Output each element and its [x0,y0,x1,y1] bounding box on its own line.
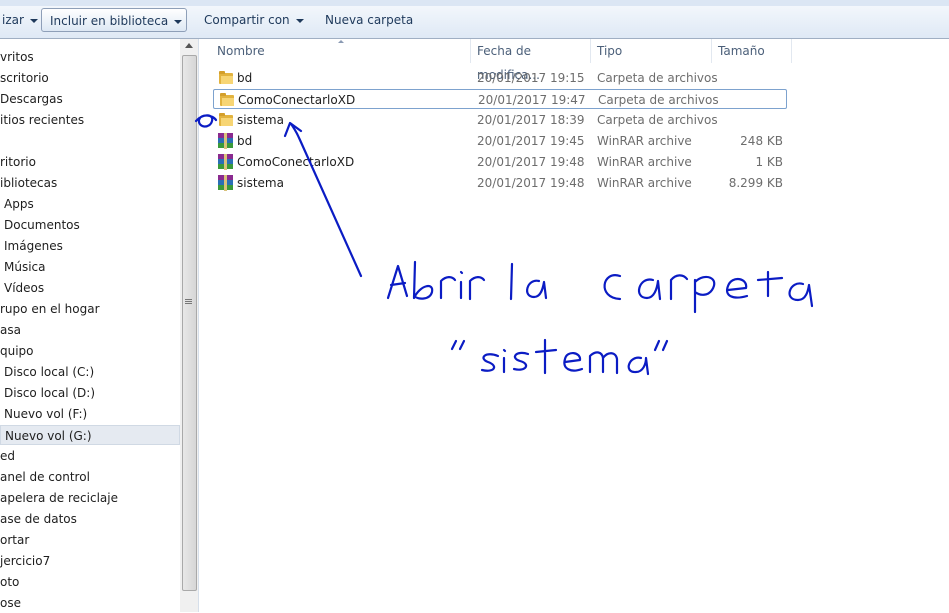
window-frame-edge [0,0,949,6]
nav-item[interactable]: anel de control [0,467,90,487]
nav-item[interactable]: Vídeos [0,278,44,298]
nav-item[interactable]: Música [0,257,46,277]
file-date: 20/01/2017 19:15 [477,71,585,85]
file-row[interactable]: ComoConectarloXD 20/01/2017 19:48 WinRAR a… [213,152,787,172]
nav-item[interactable]: scritorio [0,68,49,88]
winrar-icon [218,175,233,191]
file-name: bd [237,134,253,148]
share-with-button[interactable]: Compartir con [196,8,312,32]
winrar-icon [218,154,233,170]
folder-icon [219,113,233,126]
scrollbar-thumb[interactable] [182,55,197,591]
nav-item[interactable]: jercicio7 [0,551,50,571]
organize-button[interactable]: izar [0,8,46,32]
nav-item[interactable]: Nuevo vol (F:) [0,404,87,424]
file-date: 20/01/2017 19:48 [477,155,585,169]
chevron-down-icon [29,18,38,23]
new-folder-button[interactable]: Nueva carpeta [317,8,421,32]
column-header-name-label: Nombre [217,44,265,58]
column-header-date[interactable]: Fecha de modifica... [471,39,591,82]
file-name: sistema [237,176,284,190]
column-header-type-label: Tipo [597,44,623,58]
command-bar: izar Incluir en biblioteca Compartir con… [0,0,949,39]
nav-item[interactable]: asa [0,320,21,340]
file-type: WinRAR archive [597,176,692,190]
nav-item[interactable]: Documentos [0,215,80,235]
include-in-library-button[interactable]: Incluir en biblioteca [41,8,187,32]
scroll-up-arrow-icon[interactable] [185,43,193,48]
file-date: 20/01/2017 19:48 [477,176,585,190]
nav-item[interactable]: Nuevo vol (G:) [0,425,180,445]
file-date: 20/01/2017 18:39 [477,113,585,127]
file-size: 248 KB [740,134,783,148]
nav-item[interactable]: ed [0,446,15,466]
nav-item[interactable]: Imágenes [0,236,63,256]
file-type: Carpeta de archivos [597,71,718,85]
file-type: WinRAR archive [597,134,692,148]
file-date: 20/01/2017 19:45 [477,134,585,148]
column-header-size-label: Tamaño [718,44,765,58]
nav-item[interactable]: apelera de reciclaje [0,488,118,508]
share-with-label: Compartir con [204,13,290,27]
nav-item[interactable]: ibliotecas [0,173,57,193]
nav-item[interactable]: ortar [0,530,29,550]
folder-icon [220,93,234,106]
column-header-name[interactable]: Nombre [211,39,471,63]
file-name: ComoConectarloXD [237,155,355,169]
nav-item[interactable]: Disco local (C:) [0,362,94,382]
file-list: Nombre Fecha de modifica... Tipo Tamaño … [199,39,949,612]
nav-item[interactable]: ritorio [0,152,36,172]
navigation-pane: vritos scritorio Descargas itios recientes r… [0,39,199,612]
nav-item[interactable]: ose [0,593,21,613]
file-row[interactable]: sistema 20/01/2017 19:48 WinRAR archive 8.2… [213,173,787,193]
folder-icon [219,71,233,84]
nav-item[interactable]: quipo [0,341,34,361]
nav-item[interactable]: oto [0,572,19,592]
file-size: 1 KB [755,155,783,169]
file-name: sistema [237,113,284,127]
file-row[interactable]: sistema 20/01/2017 18:39 Carpeta de archiv… [213,110,787,130]
nav-item[interactable]: vritos [0,47,34,67]
new-folder-label: Nueva carpeta [325,13,414,27]
file-row[interactable]: bd 20/01/2017 19:45 WinRAR archive 248 KB [213,131,787,151]
column-header-size[interactable]: Tamaño [712,39,792,63]
file-date: 20/01/2017 19:47 [478,93,586,107]
organize-label: izar [2,13,24,27]
navigation-scrollbar[interactable] [180,39,198,612]
column-header-type[interactable]: Tipo [591,39,712,63]
file-name: bd [237,71,253,85]
nav-item[interactable]: Apps [0,194,34,214]
winrar-icon [218,133,233,149]
nav-item[interactable]: ase de datos [0,509,77,529]
file-name: ComoConectarloXD [238,93,356,107]
nav-item[interactable]: Disco local (D:) [0,383,95,403]
chevron-down-icon [174,19,183,24]
file-row[interactable]: bd 20/01/2017 19:15 Carpeta de archivos [213,68,787,88]
include-in-library-label: Incluir en biblioteca [50,14,169,28]
file-type: Carpeta de archivos [598,93,719,107]
file-type: WinRAR archive [597,155,692,169]
nav-item[interactable]: rupo en el hogar [0,299,100,319]
nav-item[interactable]: Descargas [0,89,63,109]
file-row[interactable]: ComoConectarloXD 20/01/2017 19:47 Carpeta … [213,89,787,109]
scrollbar-grip-icon [185,299,192,300]
nav-item[interactable]: itios recientes [0,110,84,130]
file-type: Carpeta de archivos [597,113,718,127]
file-size: 8.299 KB [728,176,783,190]
chevron-down-icon [295,18,304,23]
